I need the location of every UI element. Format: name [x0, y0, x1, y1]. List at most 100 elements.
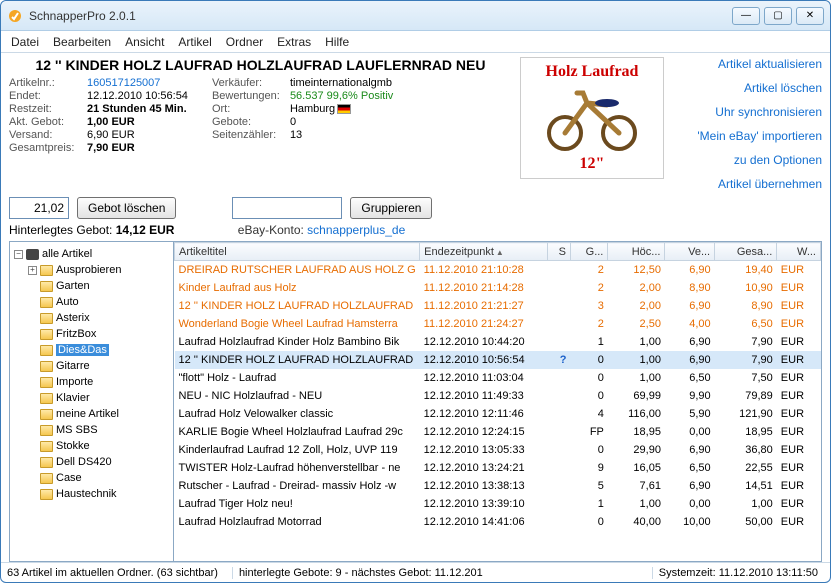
tree-item-label[interactable]: meine Artikel [56, 408, 119, 420]
thumb-caption-top: Holz Laufrad [546, 63, 639, 81]
tree-item-label[interactable]: Importe [56, 376, 93, 388]
details-right: Verkäufer:timeinternationalgmbBewertunge… [212, 77, 393, 154]
tree-item-label[interactable]: Dies&Das [56, 344, 109, 356]
menu-hilfe[interactable]: Hilfe [325, 35, 349, 49]
column-header[interactable]: Artikeltitel [175, 243, 420, 261]
table-row[interactable]: "flott" Holz - Laufrad12.12.2010 11:03:0… [175, 369, 821, 387]
cell-ship: 6,90 [665, 297, 715, 315]
tree-item-label[interactable]: Auto [56, 296, 79, 308]
column-header[interactable]: Endezeitpunkt▲ [420, 243, 548, 261]
action-link[interactable]: Artikel übernehmen [672, 177, 822, 191]
cell-currency: EUR [777, 387, 821, 405]
action-link[interactable]: Artikel aktualisieren [672, 57, 822, 71]
folder-tree[interactable]: − alle Artikel + Ausprobieren Garten Auto Aste… [10, 242, 174, 561]
column-header[interactable]: G... [571, 243, 608, 261]
detail-value: 7,90 EUR [87, 142, 135, 154]
column-header[interactable]: Höc... [608, 243, 665, 261]
group-button[interactable]: Gruppieren [350, 197, 432, 219]
cell-endtime: 11.12.2010 21:10:28 [420, 261, 548, 279]
cell-ship: 0,00 [665, 423, 715, 441]
table-row[interactable]: Laufrad Holz Velowalker classic12.12.201… [175, 405, 821, 423]
cell-title: Rutscher - Laufrad - Dreirad- massiv Hol… [175, 477, 420, 495]
action-link[interactable]: zu den Optionen [672, 153, 822, 167]
delete-bid-button[interactable]: Gebot löschen [77, 197, 176, 219]
account-value[interactable]: schnapperplus_de [307, 223, 405, 237]
table-row[interactable]: 12 '' KINDER HOLZ LAUFRAD HOLZLAUFRAD12.… [175, 351, 821, 369]
cell-ship: 6,90 [665, 333, 715, 351]
action-link[interactable]: Uhr synchronisieren [672, 105, 822, 119]
group-input[interactable] [232, 197, 342, 219]
table-row[interactable]: NEU - NIC Holzlaufrad - NEU12.12.2010 11… [175, 387, 821, 405]
tree-item-label[interactable]: Haustechnik [56, 488, 117, 500]
table-row[interactable]: Kinder Laufrad aus Holz11.12.2010 21:14:… [175, 279, 821, 297]
status-bids: hinterlegte Gebote: 9 - nächstes Gebot: … [232, 567, 644, 579]
minimize-button[interactable]: — [732, 7, 760, 25]
table-row[interactable]: Laufrad Tiger Holz neu!12.12.2010 13:39:… [175, 495, 821, 513]
cell-total: 10,90 [715, 279, 777, 297]
column-header[interactable]: Gesa... [715, 243, 777, 261]
menu-ordner[interactable]: Ordner [226, 35, 263, 49]
tree-item-label[interactable]: MS SBS [56, 424, 98, 436]
cell-title: Laufrad Holz Velowalker classic [175, 405, 420, 423]
tree-item-label[interactable]: Ausprobieren [56, 264, 121, 276]
detail-value[interactable]: 160517125007 [87, 77, 160, 89]
table-row[interactable]: 12 '' KINDER HOLZ LAUFRAD HOLZLAUFRAD11.… [175, 297, 821, 315]
cell-endtime: 12.12.2010 12:24:15 [420, 423, 548, 441]
table-row[interactable]: DREIRAD RUTSCHER LAUFRAD AUS HOLZ G11.12… [175, 261, 821, 279]
expander-icon[interactable]: − [14, 250, 23, 259]
cell-endtime: 12.12.2010 11:03:04 [420, 369, 548, 387]
cell-currency: EUR [777, 279, 821, 297]
menu-extras[interactable]: Extras [277, 35, 311, 49]
cell-title: Laufrad Holzlaufrad Kinder Holz Bambino … [175, 333, 420, 351]
cell-currency: EUR [777, 369, 821, 387]
cell-bids: 2 [571, 315, 608, 333]
folder-icon [40, 345, 53, 356]
cell-high: 2,00 [608, 297, 665, 315]
tree-item-label[interactable]: Asterix [56, 312, 90, 324]
cell-title: TWISTER Holz-Laufrad höhenverstellbar - … [175, 459, 420, 477]
table-row[interactable]: Rutscher - Laufrad - Dreirad- massiv Hol… [175, 477, 821, 495]
cell-currency: EUR [777, 459, 821, 477]
menu-artikel[interactable]: Artikel [178, 35, 211, 49]
action-link[interactable]: 'Mein eBay' importieren [672, 129, 822, 143]
folder-icon [40, 489, 53, 500]
tree-item-label[interactable]: Klavier [56, 392, 90, 404]
close-button[interactable]: ✕ [796, 7, 824, 25]
tree-item-label[interactable]: Stokke [56, 440, 90, 452]
cell-ship: 6,50 [665, 369, 715, 387]
cell-high: 7,61 [608, 477, 665, 495]
expander-icon[interactable]: + [28, 266, 37, 275]
cell-high: 1,00 [608, 369, 665, 387]
table-row[interactable]: Laufrad Holzlaufrad Kinder Holz Bambino … [175, 333, 821, 351]
cell-endtime: 12.12.2010 10:56:54 [420, 351, 548, 369]
folder-icon [40, 297, 53, 308]
bid-input[interactable] [9, 197, 69, 219]
column-header[interactable]: Ve... [665, 243, 715, 261]
menu-ansicht[interactable]: Ansicht [125, 35, 164, 49]
table-row[interactable]: Wonderland Bogie Wheel Laufrad Hamsterra… [175, 315, 821, 333]
thumb-caption-bottom: 12" [580, 155, 605, 173]
cell-ship: 6,90 [665, 477, 715, 495]
cell-status [548, 405, 571, 423]
tree-root-label[interactable]: alle Artikel [42, 248, 92, 260]
tree-item-label[interactable]: Case [56, 472, 82, 484]
table-row[interactable]: KARLIE Bogie Wheel Holzlaufrad Laufrad 2… [175, 423, 821, 441]
maximize-button[interactable]: ▢ [764, 7, 792, 25]
column-header[interactable]: W... [777, 243, 821, 261]
action-link[interactable]: Artikel löschen [672, 81, 822, 95]
detail-label: Endet: [9, 90, 87, 102]
item-grid[interactable]: ArtikeltitelEndezeitpunkt▲SG...Höc...Ve.… [174, 242, 821, 561]
tree-item-label[interactable]: Garten [56, 280, 90, 292]
tree-item-label[interactable]: FritzBox [56, 328, 96, 340]
table-row[interactable]: Laufrad Holzlaufrad Motorrad12.12.2010 1… [175, 513, 821, 531]
menu-bearbeiten[interactable]: Bearbeiten [53, 35, 111, 49]
column-header[interactable]: S [548, 243, 571, 261]
tree-item-label[interactable]: Gitarre [56, 360, 90, 372]
menu-datei[interactable]: Datei [11, 35, 39, 49]
status-count: 63 Artikel im aktuellen Ordner. (63 sich… [7, 567, 224, 579]
tree-item-label[interactable]: Dell DS420 [56, 456, 112, 468]
cell-high: 2,00 [608, 279, 665, 297]
table-row[interactable]: Kinderlaufrad Laufrad 12 Zoll, Holz, UVP… [175, 441, 821, 459]
table-row[interactable]: TWISTER Holz-Laufrad höhenverstellbar - … [175, 459, 821, 477]
action-links: Artikel aktualisieren Artikel löschen Uhr … [672, 57, 822, 191]
